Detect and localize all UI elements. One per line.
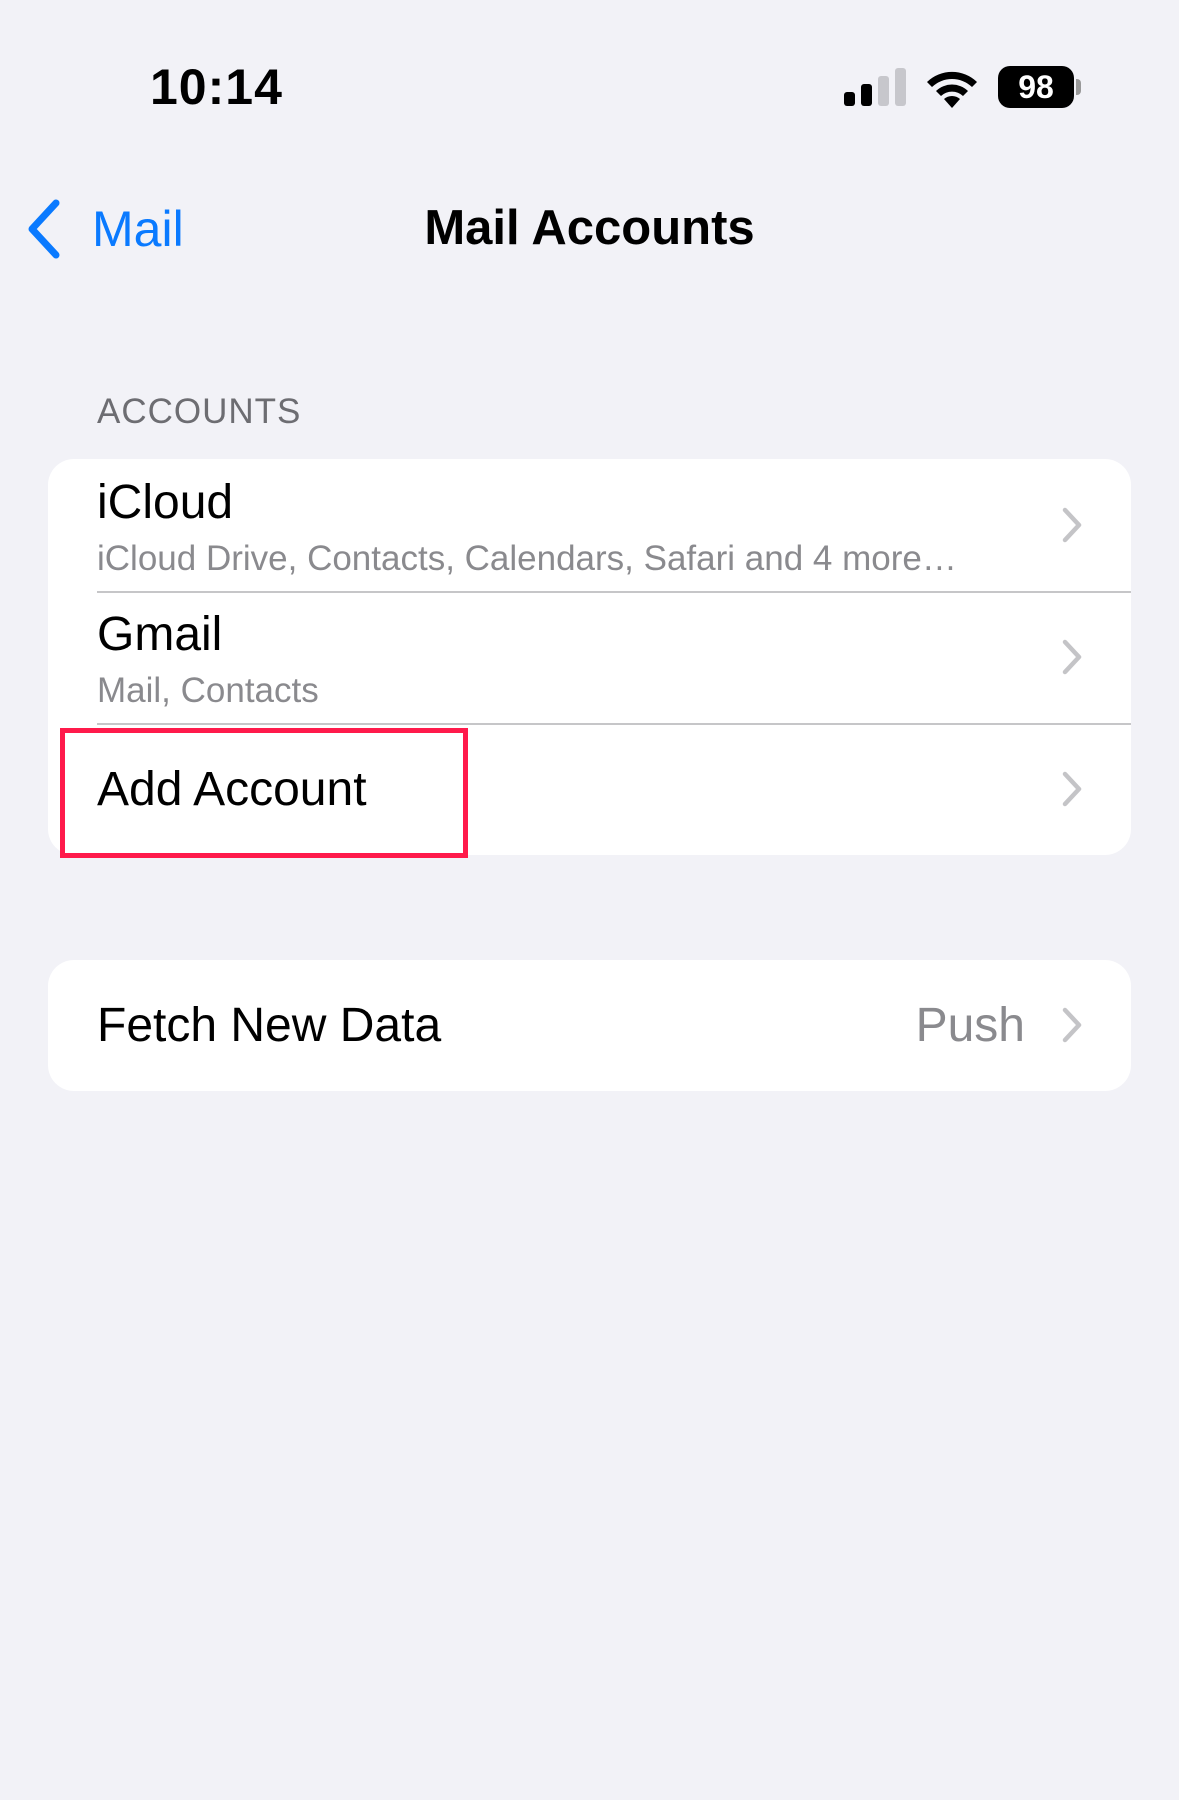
account-row-icloud[interactable]: iCloud iCloud Drive, Contacts, Calendars…	[48, 459, 1131, 591]
account-row-gmail[interactable]: Gmail Mail, Contacts	[48, 592, 1131, 724]
chevron-right-icon	[1062, 771, 1082, 807]
accounts-section-header: ACCOUNTS	[97, 392, 302, 431]
chevron-right-icon	[1062, 1007, 1082, 1043]
status-bar: 10:14 98	[0, 0, 1179, 130]
battery-icon: 98	[998, 66, 1082, 110]
chevron-right-icon	[1062, 507, 1082, 543]
fetch-new-data-row[interactable]: Fetch New Data Push	[48, 960, 1131, 1091]
fetch-new-data-label: Fetch New Data	[97, 999, 442, 1052]
fetch-new-data-value: Push	[915, 999, 1025, 1052]
fetch-settings-group: Fetch New Data Push	[48, 960, 1131, 1091]
highlight-box	[60, 728, 468, 858]
account-title: iCloud	[97, 476, 234, 529]
account-title: Gmail	[97, 608, 223, 661]
navigation-bar: Mail Mail Accounts	[0, 180, 1179, 280]
signal-icon	[844, 68, 906, 106]
account-subtitle: Mail, Contacts	[97, 671, 319, 710]
wifi-icon	[927, 71, 977, 108]
page-title: Mail Accounts	[424, 201, 755, 255]
status-time: 10:14	[150, 59, 283, 115]
battery-tip	[1076, 79, 1081, 95]
battery-level: 98	[998, 66, 1074, 108]
chevron-right-icon	[1062, 639, 1082, 675]
account-subtitle: iCloud Drive, Contacts, Calendars, Safar…	[97, 539, 957, 578]
